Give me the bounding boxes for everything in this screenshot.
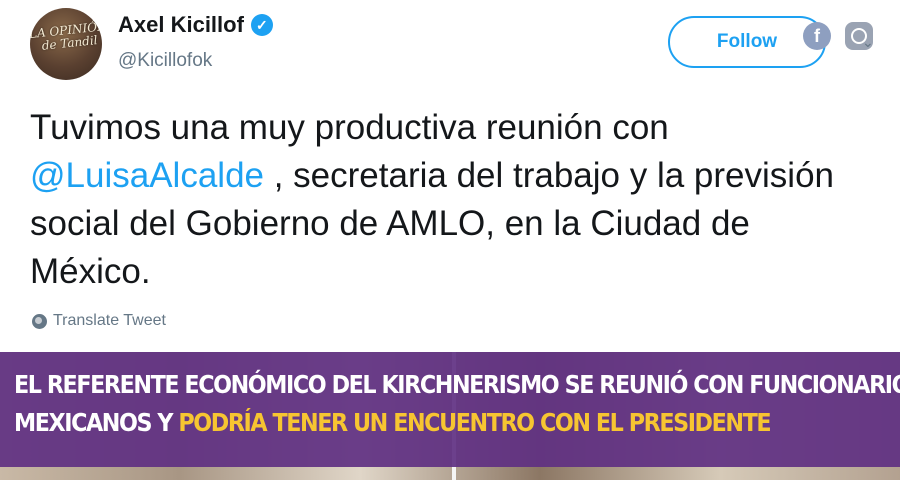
globe-icon	[32, 313, 47, 329]
translate-label: Translate Tweet	[53, 312, 166, 329]
headline-line2: MEXICANOS Y PODRÍA TENER UN ENCUENTRO CO…	[14, 404, 790, 442]
chevron-down-icon[interactable]: ⌄	[862, 34, 874, 51]
headline-line1: EL REFERENTE ECONÓMICO DEL KIRCHNERISMO …	[14, 370, 900, 399]
translate-tweet-link[interactable]: Translate Tweet	[32, 312, 166, 330]
name-row: Axel Kicillof ✓	[118, 12, 273, 38]
user-handle[interactable]: @Kicillofok	[118, 50, 212, 72]
tweet-text-part1: Tuvimos una muy productiva reunión con	[30, 108, 669, 147]
headline-banner: EL REFERENTE ECONÓMICO DEL KIRCHNERISMO …	[0, 352, 900, 467]
avatar-watermark: LA OPINIÓN de Tandil	[30, 18, 102, 53]
tweet-text: Tuvimos una muy productiva reunión con @…	[30, 104, 880, 296]
follow-button[interactable]: Follow	[668, 16, 826, 68]
avatar[interactable]: LA OPINIÓN de Tandil	[30, 8, 102, 80]
mention-link[interactable]: @LuisaAlcalde	[30, 156, 264, 195]
facebook-icon[interactable]: f	[803, 22, 831, 50]
headline-line2-white: MEXICANOS Y	[14, 408, 179, 437]
headline-line2-accent: PODRÍA TENER UN ENCUENTRO CON EL PRESIDE…	[178, 408, 771, 437]
verified-badge-icon: ✓	[250, 14, 273, 36]
display-name[interactable]: Axel Kicillof	[118, 12, 244, 38]
tweet-card: LA OPINIÓN de Tandil Axel Kicillof ✓ @Ki…	[0, 0, 900, 352]
